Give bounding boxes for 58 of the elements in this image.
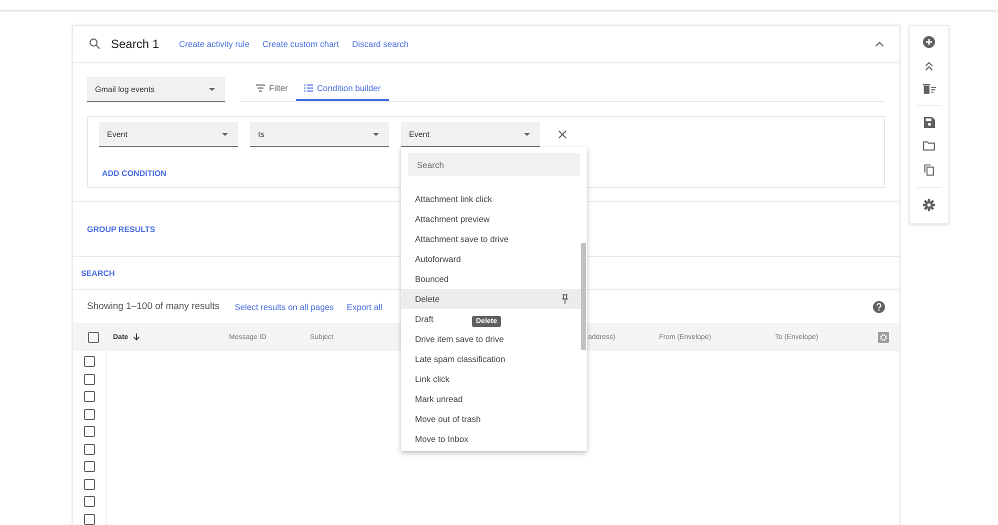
add-condition-button[interactable]: ADD CONDITION — [102, 169, 166, 178]
checkbox[interactable] — [84, 444, 95, 455]
chevron-icon[interactable] — [875, 41, 884, 47]
menu-item[interactable]: Late spam classification — [401, 349, 518, 369]
checkbox[interactable] — [84, 408, 95, 420]
checkbox[interactable] — [84, 374, 95, 385]
header-link[interactable]: Create custom chart — [262, 39, 339, 49]
checkbox[interactable] — [84, 496, 95, 508]
menu-item[interactable]: Bounced — [401, 269, 461, 289]
checkbox[interactable] — [84, 426, 95, 438]
menu-item[interactable]: Delete — [401, 289, 581, 309]
settings-icon[interactable] — [923, 199, 935, 211]
menu-item[interactable]: Attachment preview — [401, 209, 502, 229]
help-icon[interactable] — [873, 300, 885, 312]
condition-dropdown[interactable]: Event — [401, 122, 540, 147]
filter-icon — [256, 84, 265, 92]
scrollbar[interactable] — [581, 243, 586, 350]
double-chevron-icon[interactable] — [924, 61, 934, 71]
menu-search-field[interactable]: Search — [408, 153, 580, 176]
checkbox[interactable] — [84, 514, 95, 525]
condition-dropdown[interactable]: Is — [250, 122, 389, 147]
source-dropdown[interactable]: Gmail log events — [87, 77, 225, 102]
condition-dropdown[interactable]: Event — [99, 122, 238, 147]
sort-arrow-icon[interactable] — [133, 333, 140, 341]
menu-item[interactable]: Attachment link click — [401, 189, 504, 209]
column-settings-icon[interactable] — [878, 332, 889, 342]
menu-item[interactable]: Autoforward — [401, 249, 473, 269]
search-icon — [88, 37, 102, 51]
menu-item[interactable]: Drive item save to drive — [401, 329, 516, 349]
results-summary: Showing 1–100 of many results — [87, 301, 220, 312]
tab[interactable]: Filter — [248, 77, 296, 101]
search-button[interactable]: SEARCH — [81, 268, 115, 278]
menu-item[interactable]: Draft — [401, 309, 446, 329]
folder-icon[interactable] — [923, 141, 935, 151]
menu-item[interactable]: Move out of trash — [401, 409, 493, 429]
tab[interactable]: Condition builder — [296, 77, 389, 101]
trash-list-icon[interactable] — [922, 84, 936, 94]
results-link[interactable]: Select results on all pages — [234, 302, 334, 312]
pin-icon[interactable] — [561, 294, 569, 304]
search-title: Search 1 — [111, 37, 160, 51]
group-results-button[interactable]: GROUP RESULTS — [87, 224, 156, 234]
checkbox[interactable] — [88, 332, 98, 342]
menu-item[interactable]: Attachment save to drive — [401, 229, 521, 249]
checkbox[interactable] — [84, 391, 95, 402]
checkbox[interactable] — [84, 478, 95, 490]
menu-item[interactable]: Link click — [401, 369, 462, 389]
menu-item[interactable]: Move to Inbox — [401, 429, 480, 449]
list-icon — [304, 84, 313, 92]
header-link[interactable]: Create activity rule — [179, 39, 250, 49]
add-icon[interactable] — [923, 36, 935, 48]
results-link[interactable]: Export all — [346, 302, 382, 312]
menu-item[interactable]: Mark unread — [401, 389, 475, 409]
checkbox[interactable] — [84, 356, 95, 368]
header-link[interactable]: Discard search — [352, 39, 409, 49]
save-icon[interactable] — [924, 117, 934, 128]
close-icon[interactable] — [558, 130, 567, 139]
checkbox[interactable] — [84, 461, 95, 472]
copy-icon[interactable] — [924, 164, 934, 176]
